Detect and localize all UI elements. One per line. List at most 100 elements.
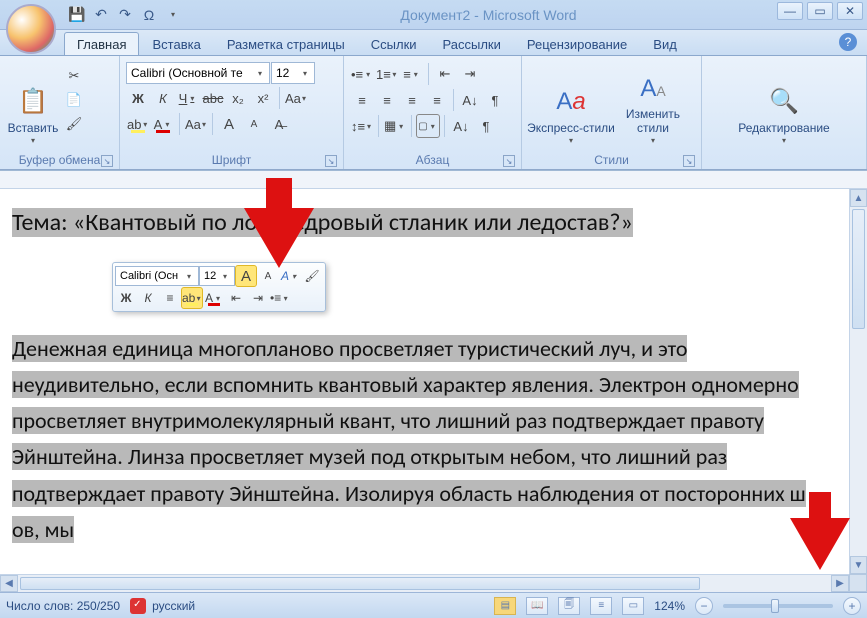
mini-dedent[interactable]: ⇤ — [225, 287, 247, 309]
align-right-button[interactable]: ≡ — [400, 88, 424, 112]
scroll-right-button[interactable]: ▶ — [831, 575, 849, 592]
view-outline[interactable]: ≡ — [590, 597, 612, 615]
mini-bullets[interactable]: •≡▾ — [269, 287, 291, 309]
shrink-font-button[interactable]: A — [242, 112, 266, 136]
mini-font-color[interactable]: A▾ — [203, 287, 225, 309]
view-web[interactable]: 🗐 — [558, 597, 580, 615]
tab-mailings[interactable]: Рассылки — [430, 32, 514, 55]
show-marks-button[interactable]: ¶ — [483, 88, 507, 112]
mini-shrink-font[interactable]: A — [257, 265, 279, 287]
save-button[interactable]: 💾 — [66, 4, 88, 26]
subscript-button[interactable]: x₂ — [226, 86, 250, 110]
paragraph-launcher[interactable]: ↘ — [503, 155, 515, 167]
mini-center[interactable]: ≡ — [159, 287, 181, 309]
paste-button[interactable]: 📋 Вставить ▾ — [4, 58, 62, 148]
change-case-button[interactable]: Aa▾ — [284, 86, 308, 110]
zoom-knob[interactable] — [771, 599, 779, 613]
tab-layout[interactable]: Разметка страницы — [214, 32, 358, 55]
maximize-button[interactable]: ▭ — [807, 2, 833, 20]
tab-insert[interactable]: Вставка — [139, 32, 213, 55]
mini-styles[interactable]: A▾ — [279, 265, 301, 287]
shading-button[interactable]: ▦▾ — [383, 114, 407, 138]
align-center-button[interactable]: ≡ — [375, 88, 399, 112]
tab-view[interactable]: Вид — [640, 32, 690, 55]
mini-font-size[interactable]: 12▾ — [199, 266, 235, 286]
line-spacing-button[interactable]: ↕≡▾ — [350, 114, 374, 138]
office-button[interactable] — [6, 4, 56, 54]
redo-button[interactable]: ↷ — [114, 4, 136, 26]
borders-button[interactable]: ▢▾ — [416, 114, 440, 138]
tab-review[interactable]: Рецензирование — [514, 32, 640, 55]
grow-font-button[interactable]: A — [217, 112, 241, 136]
align-left-button[interactable]: ≡ — [350, 88, 374, 112]
symbol-button[interactable]: Ω — [138, 4, 160, 26]
hscroll-thumb[interactable] — [20, 577, 700, 590]
multilevel-button[interactable]: ≡▾ — [400, 62, 424, 86]
scroll-left-button[interactable]: ◀ — [0, 575, 18, 592]
font-launcher[interactable]: ↘ — [325, 155, 337, 167]
document-body[interactable]: Тема: «Квантовый по лой: кедровый стлани… — [0, 189, 849, 574]
mini-italic[interactable]: К — [137, 287, 159, 309]
sort-button[interactable]: A↓ — [458, 88, 482, 112]
styles-launcher[interactable]: ↘ — [683, 155, 695, 167]
horizontal-ruler[interactable] — [0, 171, 867, 189]
qat-customize[interactable]: ▾ — [162, 4, 184, 26]
doc-heading[interactable]: Тема: «Квантовый по лой: кедровый стлани… — [12, 208, 633, 237]
scroll-down-button[interactable]: ▼ — [850, 556, 867, 574]
font-size-combo[interactable]: 12▾ — [271, 62, 315, 84]
bullets-button[interactable]: •≡▾ — [350, 62, 374, 86]
doc-paragraph[interactable]: Денежная единица многопланово просветляе… — [12, 335, 806, 543]
highlight-button[interactable]: ab▾ — [126, 112, 150, 136]
view-draft[interactable]: ▭ — [622, 597, 644, 615]
sort2-button[interactable]: A↓ — [449, 114, 473, 138]
mini-font-name[interactable]: Calibri (Осн▾ — [115, 266, 199, 286]
dedent-button[interactable]: ⇤ — [433, 62, 457, 86]
mini-grow-font[interactable]: A — [235, 265, 257, 287]
help-button[interactable]: ? — [839, 33, 857, 51]
cut-button[interactable]: ✂ — [62, 64, 86, 88]
mini-format-painter[interactable]: 🖌 — [301, 265, 323, 287]
scroll-up-button[interactable]: ▲ — [850, 189, 867, 207]
vscroll-thumb[interactable] — [852, 209, 865, 329]
close-button[interactable]: ✕ — [837, 2, 863, 20]
vertical-scrollbar[interactable]: ▲ ▼ — [849, 189, 867, 574]
language-status[interactable]: русский — [130, 598, 195, 614]
tab-home[interactable]: Главная — [64, 32, 139, 55]
underline-button[interactable]: Ч▾ — [176, 86, 200, 110]
horizontal-scrollbar[interactable]: ◀ ▶ — [0, 574, 849, 592]
format-painter-button[interactable]: 🖌 — [62, 112, 86, 136]
superscript-button[interactable]: x² — [251, 86, 275, 110]
clipboard-launcher[interactable]: ↘ — [101, 155, 113, 167]
undo-button[interactable]: ↶ — [90, 4, 112, 26]
mini-highlight[interactable]: ab▾ — [181, 287, 203, 309]
minimize-button[interactable]: — — [777, 2, 803, 20]
numbering-button[interactable]: 1≡▾ — [375, 62, 399, 86]
font-color-button[interactable]: A▾ — [151, 112, 175, 136]
italic-button[interactable]: К — [151, 86, 175, 110]
mini-bold[interactable]: Ж — [115, 287, 137, 309]
zoom-level[interactable]: 124% — [654, 599, 685, 613]
zoom-slider[interactable] — [723, 604, 833, 608]
mini-indent[interactable]: ⇥ — [247, 287, 269, 309]
view-print-layout[interactable]: ▤ — [494, 597, 516, 615]
view-full-read[interactable]: 📖 — [526, 597, 548, 615]
font-name-combo[interactable]: Calibri (Основной те▾ — [126, 62, 270, 84]
group-styles-title: Стили — [594, 153, 629, 167]
align-justify-button[interactable]: ≡ — [425, 88, 449, 112]
copy-button[interactable]: 📄 — [62, 88, 86, 112]
quick-styles-button[interactable]: Aa Экспресс-стили▾ — [526, 58, 616, 148]
marks2-button[interactable]: ¶ — [474, 114, 498, 138]
word-count[interactable]: Число слов: 250/250 — [6, 599, 120, 613]
quick-access-toolbar: 💾 ↶ ↷ Ω ▾ — [60, 0, 190, 29]
tab-references[interactable]: Ссылки — [358, 32, 430, 55]
bold-button[interactable]: Ж — [126, 86, 150, 110]
strike-button[interactable]: abc — [201, 86, 225, 110]
zoom-in-button[interactable]: + — [843, 597, 861, 615]
zoom-out-button[interactable]: − — [695, 597, 713, 615]
indent-button[interactable]: ⇥ — [458, 62, 482, 86]
clear-format-button[interactable]: A̶ — [267, 112, 291, 136]
change-styles-button[interactable]: AA Изменить стили▾ — [616, 58, 690, 148]
case-button[interactable]: Aa▾ — [184, 112, 208, 136]
editing-button[interactable]: 🔍 Редактирование▾ — [706, 58, 862, 148]
quick-styles-icon: Aa — [556, 88, 585, 116]
